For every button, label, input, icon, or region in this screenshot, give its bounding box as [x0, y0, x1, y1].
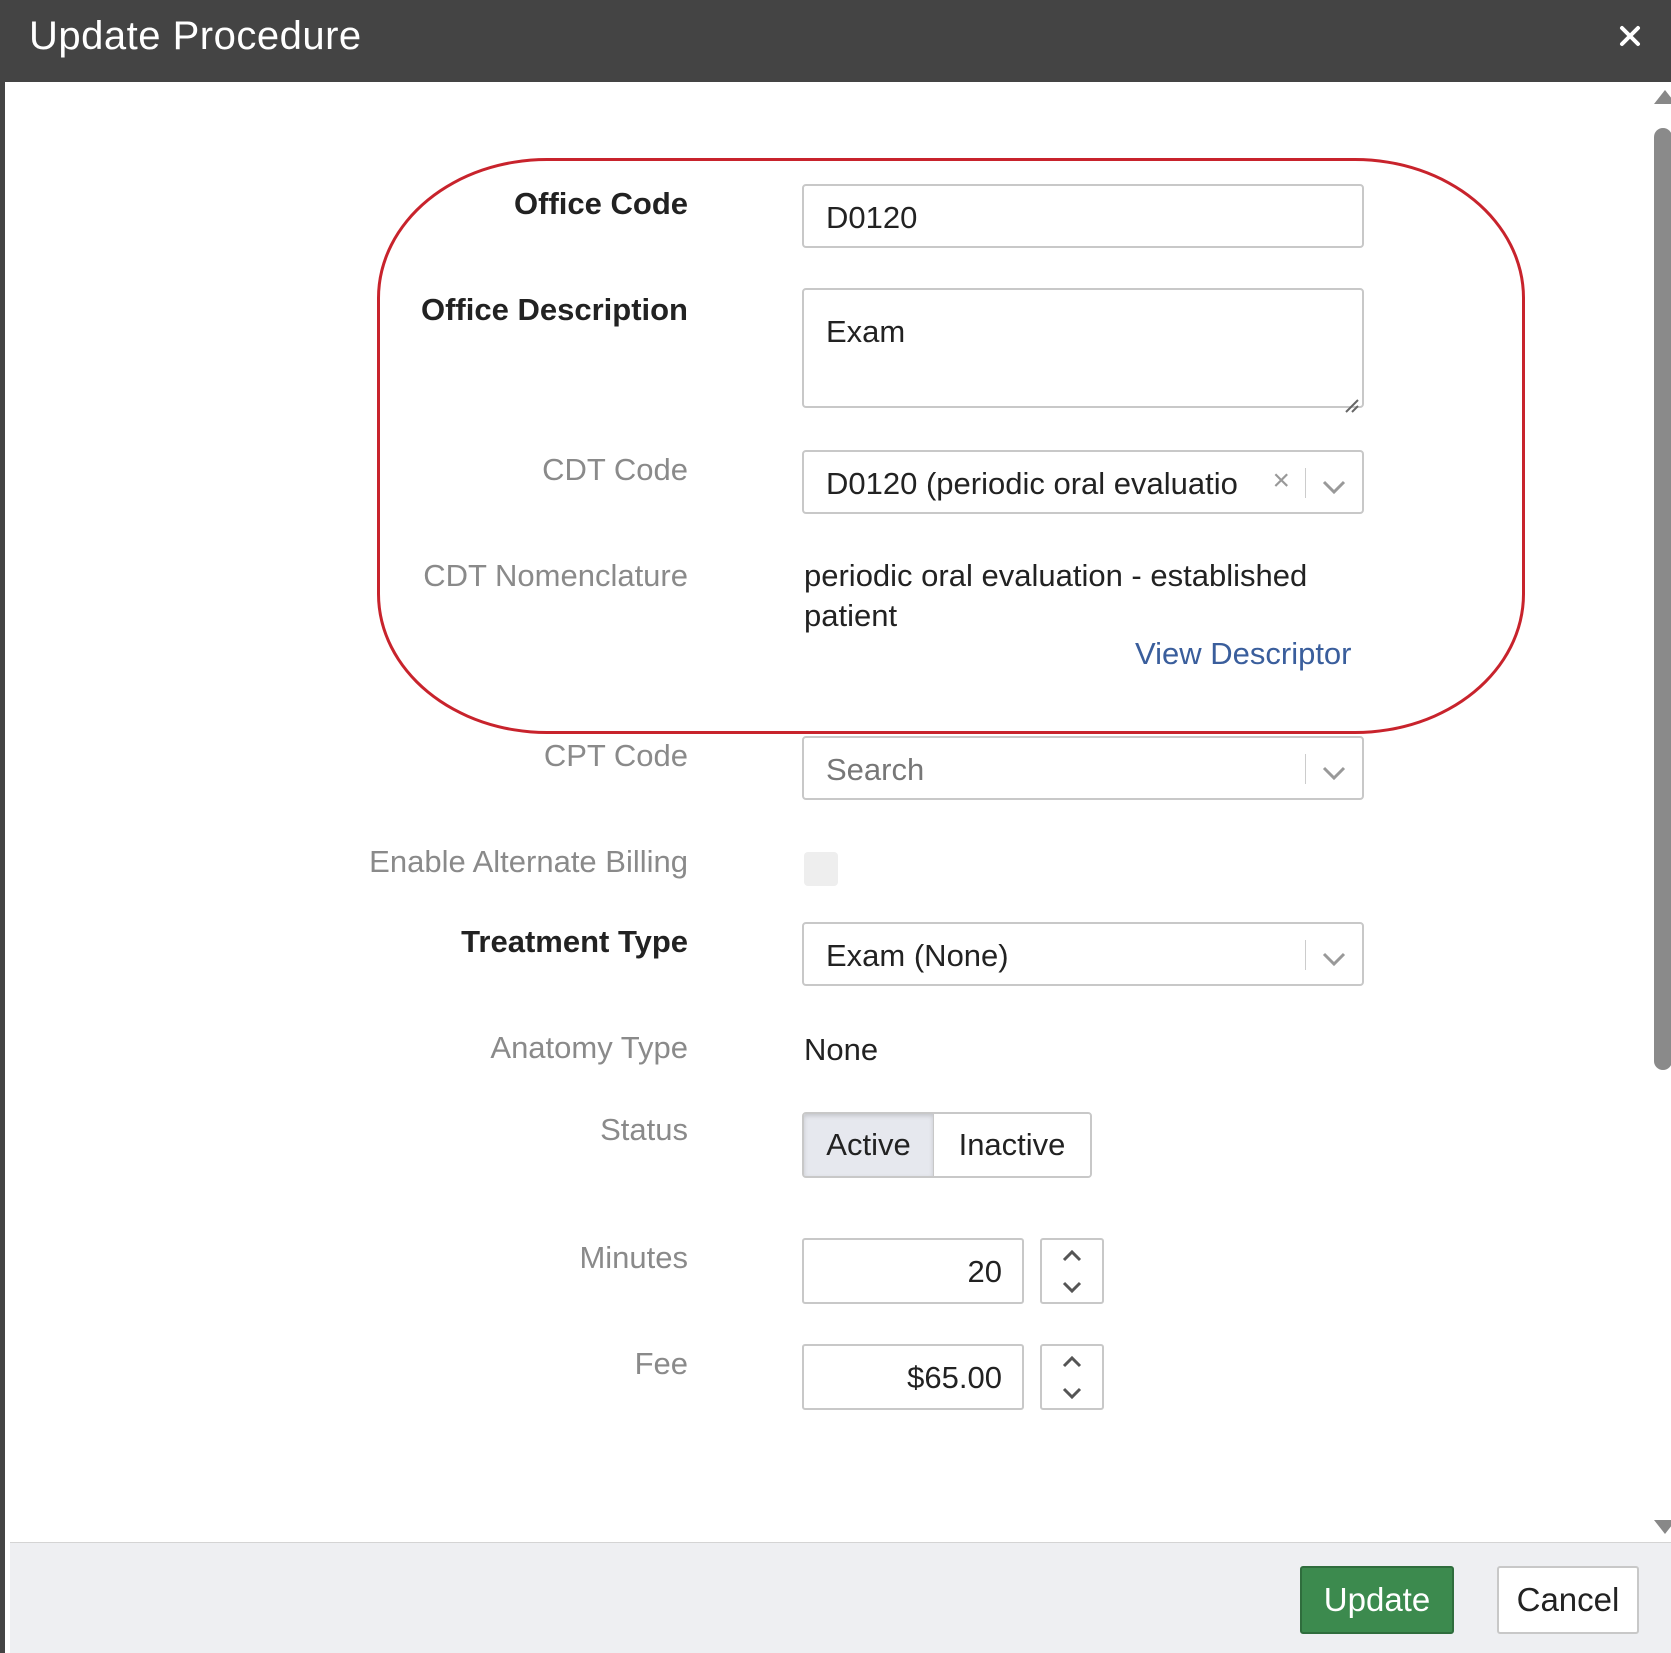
chevron-down-icon[interactable]	[1320, 470, 1348, 495]
treatment-type-label: Treatment Type	[461, 924, 688, 959]
fee-stepper	[1040, 1344, 1104, 1410]
dialog-titlebar: Update Procedure	[5, 0, 1671, 82]
fee-input[interactable]: $65.00	[802, 1344, 1024, 1410]
vertical-scrollbar[interactable]	[1650, 82, 1671, 1542]
cdt-nomenclature-value: periodic oral evaluation - established p…	[804, 556, 1307, 636]
status-inactive-option[interactable]: Inactive	[934, 1114, 1090, 1176]
status-active-option[interactable]: Active	[804, 1114, 934, 1176]
clear-icon[interactable]: ×	[1272, 464, 1290, 498]
office-code-input[interactable]: D0120	[802, 184, 1364, 248]
office-code-label: Office Code	[514, 186, 688, 221]
select-separator	[1305, 754, 1306, 784]
fee-label: Fee	[634, 1346, 688, 1381]
cpt-code-label: CPT Code	[543, 738, 688, 773]
enable-alternate-billing-label: Enable Alternate Billing	[369, 844, 688, 879]
cdt-nomenclature-line2: patient	[804, 598, 898, 633]
scroll-down-arrow-icon[interactable]	[1654, 1520, 1671, 1534]
fee-value: $65.00	[907, 1360, 1002, 1395]
cdt-code-label: CDT Code	[542, 452, 688, 487]
minutes-stepper	[1040, 1238, 1104, 1304]
chevron-down-icon[interactable]	[1320, 942, 1348, 967]
enable-alternate-billing-checkbox[interactable]	[804, 852, 838, 886]
form-scroll-area: Office Code D0120 Office Description Exa…	[10, 82, 1650, 1542]
chevron-down-icon[interactable]	[1320, 756, 1348, 781]
chevron-up-icon[interactable]	[1042, 1346, 1102, 1377]
close-icon[interactable]	[1612, 18, 1648, 54]
chevron-down-icon[interactable]	[1042, 1377, 1102, 1408]
cdt-nomenclature-line1: periodic oral evaluation - established	[804, 558, 1308, 593]
cpt-code-select[interactable]: Search	[802, 736, 1364, 800]
treatment-type-value: Exam (None)	[826, 938, 1009, 973]
scrollbar-thumb[interactable]	[1654, 128, 1671, 1070]
cpt-code-placeholder: Search	[826, 752, 925, 787]
resize-grip-icon[interactable]	[1342, 386, 1360, 413]
cdt-code-select[interactable]: D0120 (periodic oral evaluatio ×	[802, 450, 1364, 514]
office-description-label: Office Description	[421, 292, 688, 327]
dialog-title: Update Procedure	[29, 14, 362, 58]
office-description-textarea[interactable]: Exam	[802, 288, 1364, 413]
status-toggle: Active Inactive	[802, 1112, 1092, 1178]
view-descriptor-link[interactable]: View Descriptor	[1135, 636, 1352, 672]
update-button[interactable]: Update	[1300, 1566, 1454, 1634]
select-separator	[1305, 468, 1306, 498]
office-description-value: Exam	[826, 314, 906, 349]
minutes-label: Minutes	[579, 1240, 688, 1275]
anatomy-type-label: Anatomy Type	[490, 1030, 688, 1065]
cancel-button[interactable]: Cancel	[1497, 1566, 1639, 1634]
status-label: Status	[600, 1112, 688, 1147]
anatomy-type-value: None	[804, 1032, 879, 1067]
cdt-nomenclature-label: CDT Nomenclature	[423, 558, 688, 593]
minutes-input[interactable]: 20	[802, 1238, 1024, 1304]
update-procedure-dialog: Update Procedure Office Code D0120 Offic…	[0, 0, 1671, 1653]
select-separator	[1305, 940, 1306, 970]
cdt-code-value: D0120 (periodic oral evaluatio	[826, 466, 1238, 501]
minutes-value: 20	[967, 1254, 1002, 1289]
dialog-footer: Update Cancel	[10, 1542, 1671, 1653]
office-code-value: D0120	[826, 200, 918, 235]
chevron-down-icon[interactable]	[1042, 1271, 1102, 1302]
treatment-type-select[interactable]: Exam (None)	[802, 922, 1364, 986]
scroll-up-arrow-icon[interactable]	[1654, 90, 1671, 104]
chevron-up-icon[interactable]	[1042, 1240, 1102, 1271]
